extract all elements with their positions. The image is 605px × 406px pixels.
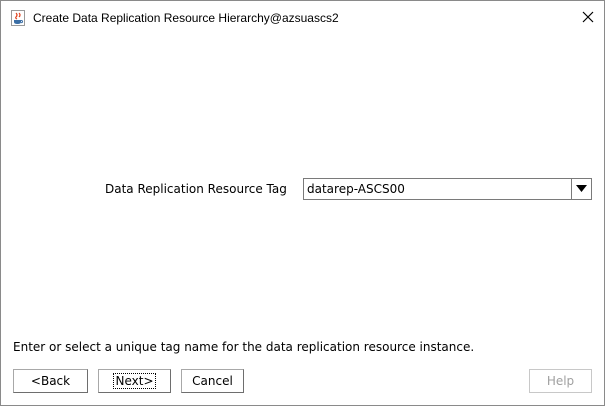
back-button[interactable]: <Back [13,369,88,393]
close-icon[interactable] [580,9,596,25]
dropdown-button[interactable] [571,179,591,199]
chevron-down-icon [576,185,587,192]
cancel-button[interactable]: Cancel [181,369,244,393]
tag-combobox[interactable]: datarep-ASCS00 [303,178,592,200]
instruction-text: Enter or select a unique tag name for th… [13,340,475,354]
tag-label: Data Replication Resource Tag [105,182,287,196]
help-button[interactable]: Help [529,369,592,393]
dialog-window: Create Data Replication Resource Hierarc… [0,0,605,406]
dialog-content: Data Replication Resource Tag datarep-AS… [1,34,604,405]
next-button-label: Next> [113,373,156,389]
title-bar[interactable]: Create Data Replication Resource Hierarc… [1,1,604,34]
java-cup-icon [11,10,25,26]
tag-value[interactable]: datarep-ASCS00 [307,182,405,196]
next-button[interactable]: Next> [98,369,171,393]
window-title: Create Data Replication Resource Hierarc… [33,11,339,25]
